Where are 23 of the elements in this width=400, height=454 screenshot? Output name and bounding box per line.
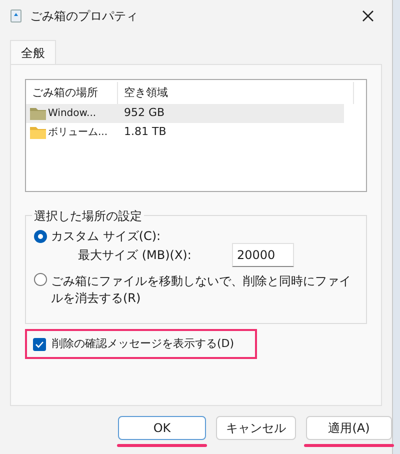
max-size-label: 最大サイズ (MB)(X):: [77, 247, 192, 264]
option-label: ごみ箱にファイルを移動しないで、削除と同時にファイルを消去する(R): [51, 273, 352, 307]
size-field[interactable]: 20000: [232, 243, 294, 267]
group-title: 選択した場所の設定: [32, 207, 144, 225]
folder-icon: [30, 107, 46, 120]
radio-button[interactable]: [34, 230, 47, 243]
free-space: 1.81 TB: [123, 124, 166, 140]
dialog-button[interactable]: OK: [118, 416, 206, 440]
list-row[interactable]: ボリューム... 1.81 TB: [26, 123, 344, 142]
option-label: カスタム サイズ(C):: [51, 228, 162, 245]
location-name: Window...: [48, 107, 96, 121]
dialog-button[interactable]: キャンセル: [216, 416, 296, 440]
location-name: ボリューム...: [48, 126, 108, 140]
checkbox[interactable]: [33, 338, 46, 350]
list-row[interactable]: Window... 952 GB: [26, 104, 344, 123]
window-title: ごみ箱のプロパティ: [30, 8, 138, 25]
recycle-bin-icon: [10, 9, 22, 23]
radio-button[interactable]: [34, 273, 47, 286]
dialog-button[interactable]: 適用(A): [306, 416, 392, 440]
free-space: 952 GB: [123, 105, 165, 122]
checkbox-label: 削除の確認メッセージを表示する(D): [52, 336, 234, 352]
folder-icon: [30, 126, 46, 139]
tab[interactable]: 全般: [10, 40, 56, 64]
